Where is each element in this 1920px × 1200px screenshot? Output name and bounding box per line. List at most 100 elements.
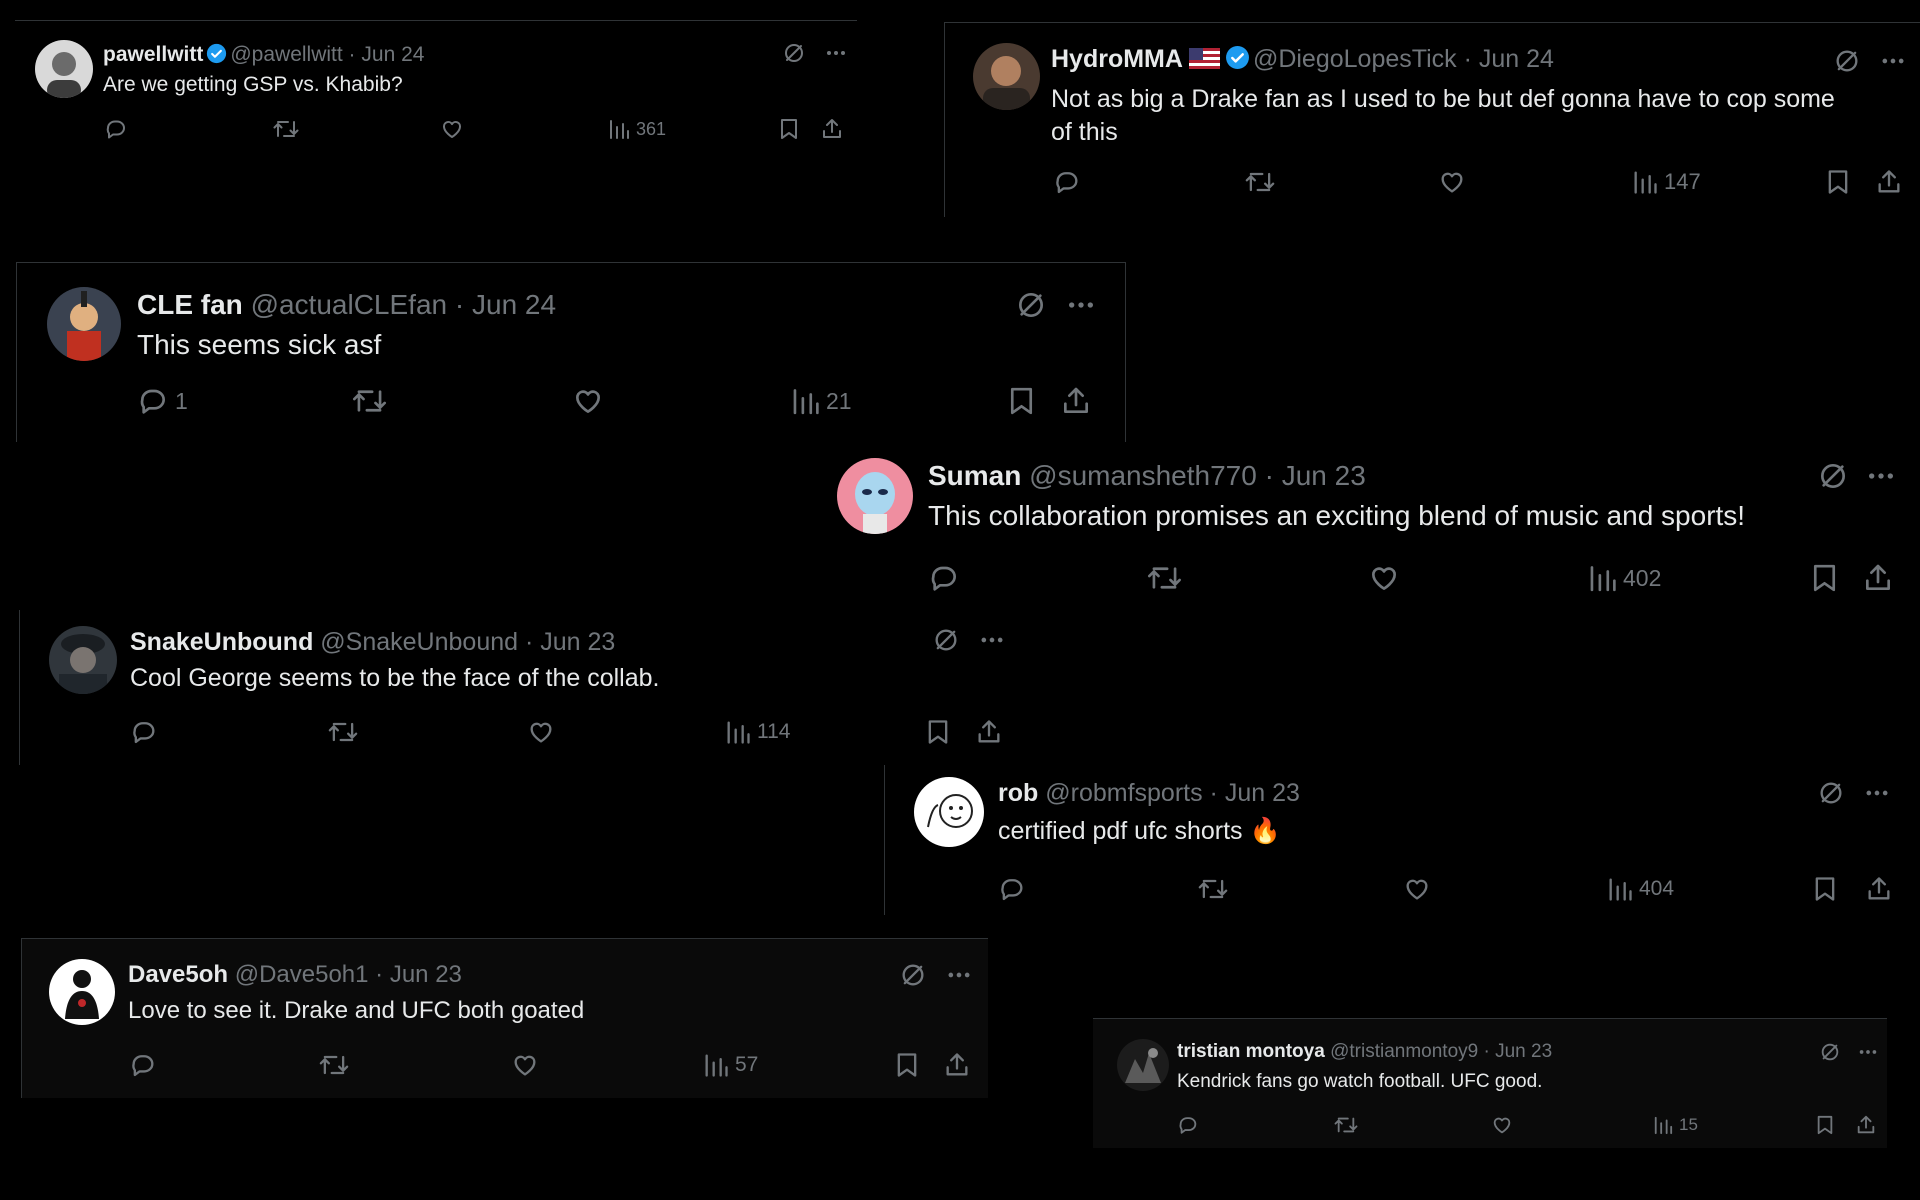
reply-button[interactable] xyxy=(928,562,966,594)
retweet-button[interactable] xyxy=(1244,168,1276,196)
avatar[interactable] xyxy=(35,40,93,98)
share-button[interactable] xyxy=(943,1051,971,1079)
tweet-card[interactable]: Dave5oh @Dave5oh1 · Jun 23 Love to see i… xyxy=(21,938,988,1098)
tweet-card[interactable]: SnakeUnbound @SnakeUnbound · Jun 23 Cool… xyxy=(19,610,1009,765)
share-button[interactable] xyxy=(820,117,844,141)
tweet-date[interactable]: Jun 24 xyxy=(1479,45,1554,73)
more-options-icon[interactable] xyxy=(1857,1041,1879,1068)
avatar[interactable] xyxy=(1117,1039,1169,1091)
views-button[interactable]: 404 xyxy=(1607,875,1674,903)
grok-icon[interactable] xyxy=(932,626,960,659)
retweet-button[interactable] xyxy=(351,385,388,417)
grok-icon[interactable] xyxy=(899,961,927,994)
tweet-date[interactable]: Jun 23 xyxy=(390,961,462,988)
tweet-date[interactable]: Jun 24 xyxy=(361,43,424,66)
more-options-icon[interactable] xyxy=(945,961,973,994)
tweet-card[interactable]: tristian montoya @tristianmontoy9 · Jun … xyxy=(1093,1018,1887,1148)
more-options-icon[interactable] xyxy=(978,626,1006,659)
retweet-button[interactable] xyxy=(318,1051,350,1079)
views-button[interactable]: 114 xyxy=(725,718,790,746)
author-handle[interactable]: @tristianmontoy9 xyxy=(1330,1041,1478,1062)
tweet-date[interactable]: Jun 23 xyxy=(1225,779,1300,807)
avatar[interactable] xyxy=(914,777,984,847)
bookmark-button[interactable] xyxy=(1810,562,1839,594)
reply-button[interactable] xyxy=(130,718,164,746)
author-name[interactable]: rob xyxy=(998,779,1038,807)
author-handle[interactable]: @Dave5oh1 xyxy=(235,961,369,988)
avatar[interactable] xyxy=(49,626,117,694)
grok-icon[interactable] xyxy=(1015,289,1047,326)
author-name[interactable]: Suman xyxy=(928,460,1021,491)
grok-icon[interactable] xyxy=(782,41,806,70)
share-button[interactable] xyxy=(1855,1114,1877,1136)
more-options-icon[interactable] xyxy=(1865,460,1897,497)
author-handle[interactable]: @pawellwitt xyxy=(230,43,342,66)
reply-button[interactable] xyxy=(129,1051,163,1079)
author-name[interactable]: tristian montoya xyxy=(1177,1041,1325,1062)
avatar[interactable] xyxy=(973,43,1040,110)
author-handle[interactable]: @SnakeUnbound xyxy=(320,628,518,656)
bookmark-button[interactable] xyxy=(894,1051,920,1079)
author-name[interactable]: HydroMMA xyxy=(1051,45,1183,73)
bookmark-button[interactable] xyxy=(1815,1114,1835,1136)
author-handle[interactable]: @DiegoLopesTick xyxy=(1253,45,1457,73)
views-button[interactable]: 402 xyxy=(1588,562,1661,594)
author-name[interactable]: pawellwitt xyxy=(103,43,203,66)
retweet-button[interactable] xyxy=(1146,562,1183,594)
grok-icon[interactable] xyxy=(1819,1041,1841,1068)
author-name[interactable]: SnakeUnbound xyxy=(130,628,313,656)
more-options-icon[interactable] xyxy=(824,41,848,70)
reply-button[interactable] xyxy=(1053,168,1087,196)
like-button[interactable] xyxy=(1438,168,1466,196)
tweet-date[interactable]: Jun 23 xyxy=(540,628,615,656)
views-button[interactable]: 21 xyxy=(791,385,852,417)
tweet-card[interactable]: HydroMMA @DiegoLopesTick · Jun 24 Not as … xyxy=(944,22,1920,217)
reply-button[interactable] xyxy=(104,117,134,141)
retweet-button[interactable] xyxy=(1333,1114,1359,1136)
author-handle[interactable]: @sumansheth770 xyxy=(1029,460,1257,491)
retweet-button[interactable] xyxy=(272,117,300,141)
like-button[interactable] xyxy=(1491,1114,1513,1136)
more-options-icon[interactable] xyxy=(1863,779,1891,812)
grok-icon[interactable] xyxy=(1817,460,1849,497)
author-name[interactable]: Dave5oh xyxy=(128,961,228,988)
more-options-icon[interactable] xyxy=(1879,47,1907,80)
share-button[interactable] xyxy=(1875,168,1903,196)
grok-icon[interactable] xyxy=(1833,47,1861,80)
views-button[interactable]: 361 xyxy=(608,117,666,141)
reply-button[interactable] xyxy=(998,875,1032,903)
tweet-date[interactable]: Jun 23 xyxy=(1495,1041,1552,1062)
grok-icon[interactable] xyxy=(1817,779,1845,812)
retweet-button[interactable] xyxy=(1197,875,1229,903)
bookmark-button[interactable] xyxy=(1825,168,1851,196)
avatar[interactable] xyxy=(49,959,115,1025)
like-button[interactable] xyxy=(572,385,604,417)
tweet-card[interactable]: rob @robmfsports · Jun 23 certified pdf … xyxy=(884,765,1920,915)
like-button[interactable] xyxy=(1368,562,1400,594)
bookmark-button[interactable] xyxy=(1812,875,1838,903)
views-button[interactable]: 147 xyxy=(1632,168,1701,196)
reply-button[interactable] xyxy=(1177,1114,1205,1136)
bookmark-button[interactable] xyxy=(925,718,951,746)
avatar[interactable] xyxy=(837,458,913,534)
bookmark-button[interactable] xyxy=(1007,385,1036,417)
more-options-icon[interactable] xyxy=(1065,289,1097,326)
like-button[interactable] xyxy=(1403,875,1431,903)
tweet-card[interactable]: pawellwitt @pawellwitt · Jun 24 Are we ge… xyxy=(15,20,857,170)
avatar[interactable] xyxy=(47,287,121,361)
reply-button[interactable]: 1 xyxy=(137,385,188,417)
author-name[interactable]: CLE fan xyxy=(137,289,243,320)
tweet-card[interactable]: CLE fan @actualCLEfan · Jun 24 This seem… xyxy=(16,262,1126,442)
share-button[interactable] xyxy=(1865,875,1893,903)
author-handle[interactable]: @actualCLEfan xyxy=(251,289,448,320)
like-button[interactable] xyxy=(527,718,555,746)
views-button[interactable]: 57 xyxy=(703,1051,758,1079)
like-button[interactable] xyxy=(440,117,464,141)
share-button[interactable] xyxy=(1060,385,1092,417)
author-handle[interactable]: @robmfsports xyxy=(1045,779,1202,807)
share-button[interactable] xyxy=(975,718,1003,746)
share-button[interactable] xyxy=(1862,562,1894,594)
tweet-date[interactable]: Jun 23 xyxy=(1282,460,1366,491)
bookmark-button[interactable] xyxy=(778,117,800,141)
tweet-card[interactable]: Suman @sumansheth770 · Jun 23 This colla… xyxy=(825,442,1920,607)
